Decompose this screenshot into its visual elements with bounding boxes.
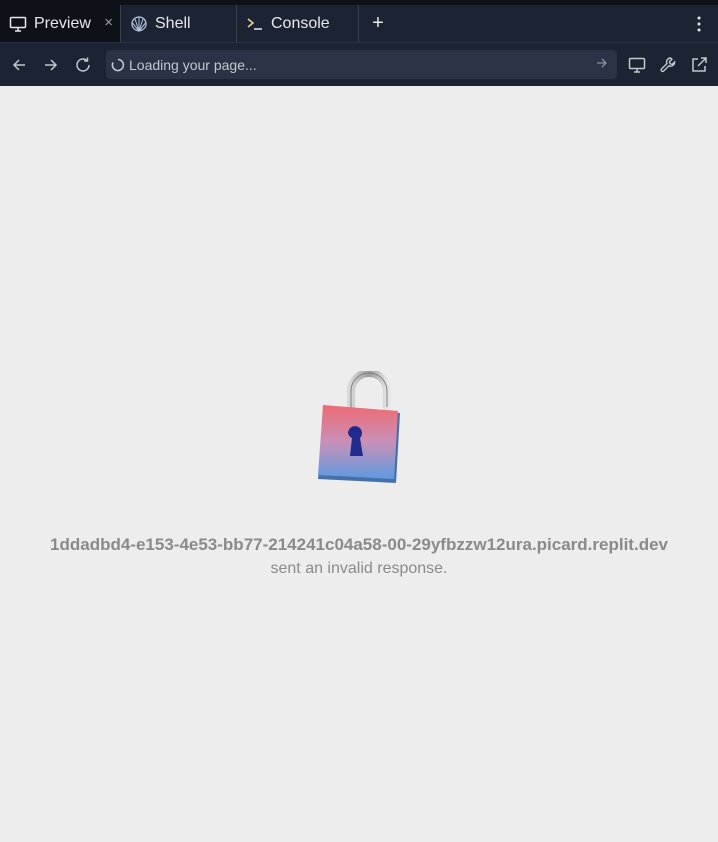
open-external-icon[interactable] (683, 49, 714, 81)
devtools-wrench-icon[interactable] (652, 49, 683, 81)
browser-toolbar (0, 42, 718, 86)
more-options-icon[interactable] (680, 5, 718, 42)
url-input[interactable] (129, 56, 589, 73)
tab-label: Preview (34, 14, 91, 32)
unlocked-padlock-icon (310, 369, 406, 496)
loading-spinner-icon (110, 57, 126, 73)
close-icon[interactable]: × (104, 14, 113, 31)
tab-shell[interactable]: Shell (121, 5, 237, 42)
forward-icon[interactable] (35, 49, 67, 81)
terminal-icon (245, 14, 265, 34)
new-tab-button[interactable]: + (359, 5, 397, 42)
preview-content: 1ddadbd4-e153-4e53-bb77-214241c04a58-00-… (0, 86, 718, 842)
error-host: 1ddadbd4-e153-4e53-bb77-214241c04a58-00-… (50, 535, 668, 554)
monitor-icon (8, 14, 28, 34)
reload-icon[interactable] (67, 49, 99, 81)
address-bar[interactable] (106, 50, 617, 79)
tab-console[interactable]: Console (237, 5, 359, 42)
shell-icon (129, 14, 149, 34)
navigate-arrow-icon[interactable] (595, 56, 611, 72)
back-icon[interactable] (3, 49, 35, 81)
error-message: sent an invalid response. (270, 560, 448, 577)
tab-preview[interactable]: Preview × (0, 5, 121, 42)
tab-bar: Preview × Shell Console + (0, 5, 718, 42)
device-preview-icon[interactable] (621, 49, 652, 81)
tab-label: Shell (155, 14, 191, 32)
tab-label: Console (271, 14, 330, 32)
